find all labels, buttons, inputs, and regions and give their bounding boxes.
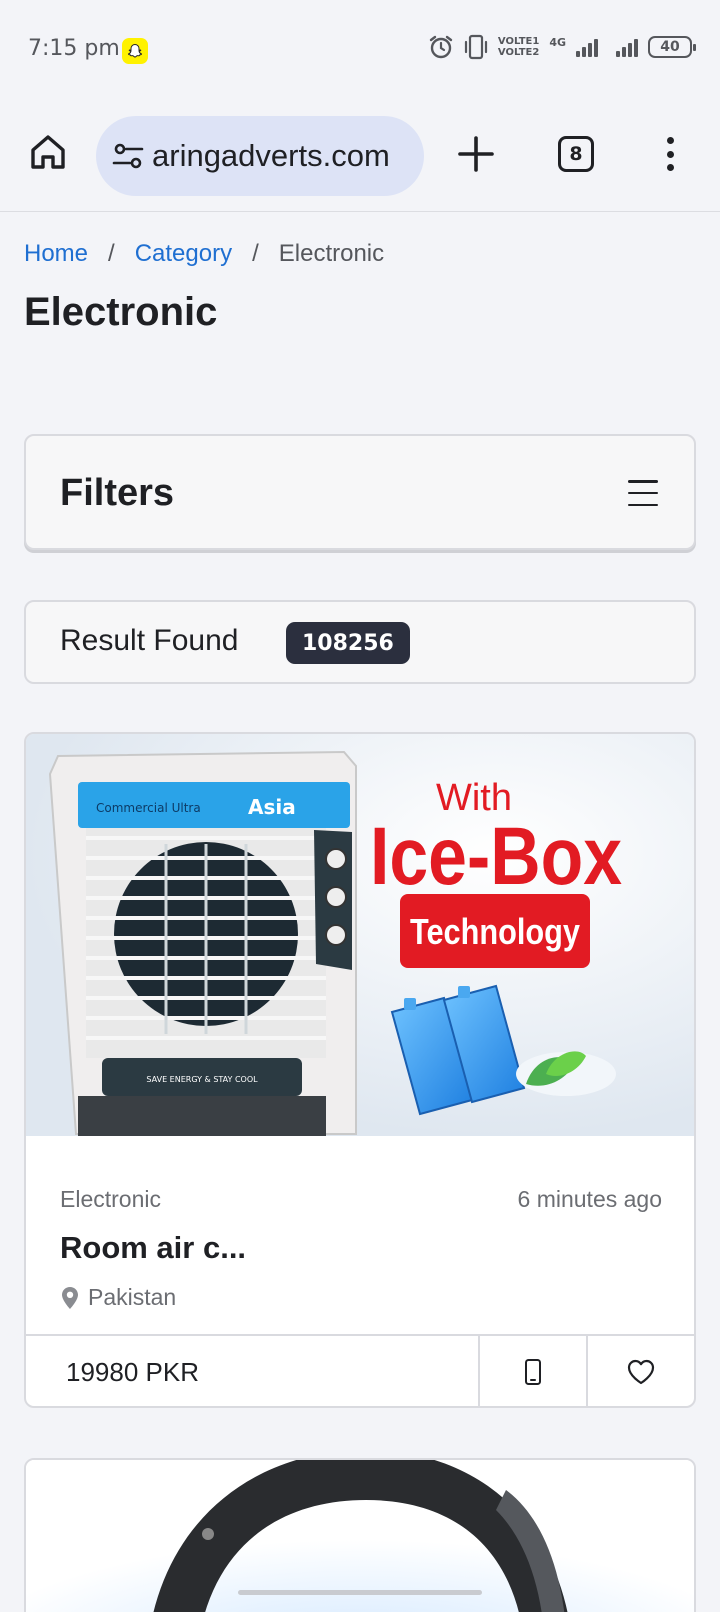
home-icon[interactable] (28, 132, 68, 172)
ad-headline: Ice-Box (370, 811, 622, 902)
hamburger-menu-icon[interactable] (628, 480, 658, 506)
result-summary: Result Found 108256 (24, 600, 696, 684)
product-footer: 19980 PKR (26, 1334, 694, 1406)
volte-label: VOLTE1 VOLTE2 (497, 36, 540, 58)
status-icons: VOLTE1 VOLTE2 4G 40 (428, 34, 696, 60)
product-image[interactable]: Commercial Ultra Asia SAVE ENERGY & STAY… (26, 734, 694, 1136)
favorite-button[interactable] (586, 1336, 694, 1406)
battery-level: 40 (660, 39, 680, 55)
filters-title: Filters (60, 472, 175, 514)
location-text: Pakistan (88, 1284, 177, 1310)
signal-icon (576, 37, 598, 57)
breadcrumb-separator: / (108, 240, 115, 267)
battery-icon: 40 (648, 36, 696, 58)
site-settings-icon[interactable] (110, 138, 146, 174)
product-title[interactable]: Room air c... (60, 1230, 246, 1266)
air-cooler-ad-image: Commercial Ultra Asia SAVE ENERGY & STAY… (26, 734, 694, 1136)
home-indicator (238, 1590, 482, 1595)
tabs-icon[interactable]: 8 (558, 136, 594, 172)
page-title: Electronic (24, 290, 218, 334)
status-time: 7:15 pm (28, 36, 120, 61)
status-bar: 7:15 pm VOLTE1 VOLTE2 4G 40 (0, 0, 720, 100)
breadcrumb-category[interactable]: Category (135, 240, 232, 268)
location-pin-icon (62, 1286, 78, 1309)
breadcrumb-current: Electronic (278, 240, 385, 267)
network-type: 4G (549, 36, 566, 49)
breadcrumb-separator: / (252, 240, 259, 267)
call-button[interactable] (478, 1336, 586, 1406)
snapchat-icon (122, 38, 148, 64)
panel-bottom-text: SAVE ENERGY & STAY COOL (146, 1075, 258, 1084)
filters-panel[interactable]: Filters (24, 434, 696, 550)
more-options-icon[interactable] (660, 134, 680, 174)
alarm-icon (429, 35, 453, 59)
vibrate-icon (464, 34, 488, 60)
breadcrumb: Home / Category / Electronic (24, 240, 384, 268)
heart-icon (627, 1359, 655, 1385)
panel-brand-text: Asia (248, 795, 296, 819)
product-category: Electronic (60, 1186, 161, 1212)
breadcrumb-home[interactable]: Home (24, 240, 88, 268)
panel-left-text: Commercial Ultra (96, 801, 201, 815)
product-card[interactable] (24, 1458, 696, 1612)
product-location: Pakistan (60, 1284, 176, 1311)
url-text[interactable]: aringadverts.com (152, 138, 390, 174)
result-label: Result Found (60, 624, 239, 657)
address-bar[interactable]: aringadverts.com (96, 116, 424, 196)
result-count-badge: 108256 (286, 622, 410, 664)
phone-icon (525, 1359, 541, 1385)
tab-count: 8 (569, 143, 583, 165)
new-tab-icon[interactable] (454, 132, 498, 176)
signal-icon (616, 37, 638, 57)
ad-badge-text: Technology (410, 911, 580, 952)
browser-toolbar: aringadverts.com 8 (0, 100, 720, 212)
product-price: 19980 PKR (66, 1356, 199, 1387)
product-time: 6 minutes ago (517, 1186, 662, 1212)
product-card[interactable]: Commercial Ultra Asia SAVE ENERGY & STAY… (24, 732, 696, 1408)
